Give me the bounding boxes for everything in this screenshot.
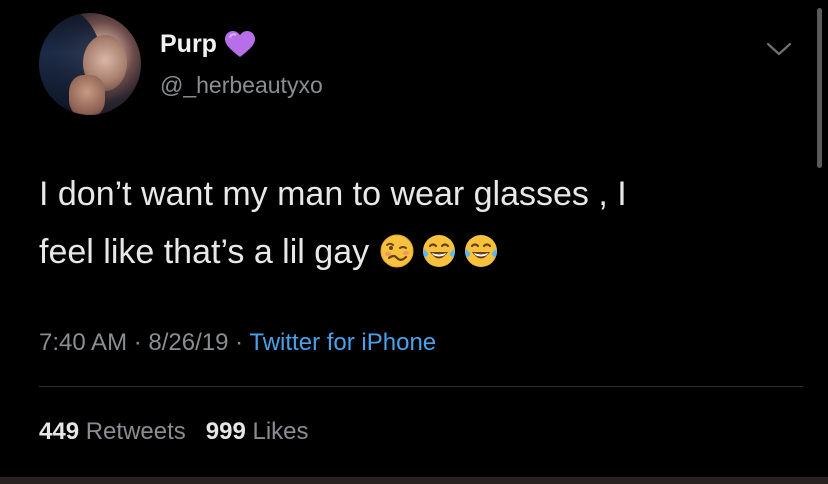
tears-of-joy-icon (423, 235, 456, 267)
divider (39, 386, 803, 387)
tweet-text-line: I don’t want my man to wear glasses , I (39, 175, 627, 213)
meta-separator: · (235, 329, 244, 356)
tweet-text-line: feel like that’s a lil gay (39, 223, 779, 281)
retweets-count: 449 (39, 418, 80, 445)
tweet-source-link[interactable]: Twitter for iPhone (249, 329, 436, 356)
avatar-hand (69, 75, 105, 115)
likes-stat[interactable]: 999 Likes (206, 418, 309, 445)
tweet-date[interactable]: 8/26/19 (148, 329, 228, 356)
display-name[interactable]: Purp (160, 29, 217, 59)
retweets-stat[interactable]: 449 Retweets (39, 418, 186, 445)
tweet-time[interactable]: 7:40 AM (39, 329, 127, 356)
tweet-meta: 7:40 AM · 8/26/19 · Twitter for iPhone (39, 326, 436, 360)
likes-count: 999 (205, 418, 246, 445)
likes-label: Likes (252, 418, 309, 445)
tweet-text: I don’t want my man to wear glasses , I … (39, 165, 779, 281)
tears-of-joy-icon (465, 235, 498, 267)
tweet-stats: 449 Retweets 999 Likes (39, 415, 309, 449)
avatar[interactable] (39, 13, 141, 115)
scrollbar[interactable] (817, 8, 822, 168)
user-handle[interactable]: @_herbeautyxo (160, 70, 323, 100)
author-name-row: Purp (160, 29, 255, 59)
woozy-face-icon (380, 234, 414, 268)
chevron-down-icon[interactable] (765, 40, 793, 58)
retweets-label: Retweets (85, 418, 186, 445)
purple-heart-icon (224, 30, 255, 57)
tweet-text-line-content: feel like that’s a lil gay (39, 233, 370, 271)
bottom-edge (0, 477, 828, 484)
meta-separator: · (133, 329, 142, 356)
